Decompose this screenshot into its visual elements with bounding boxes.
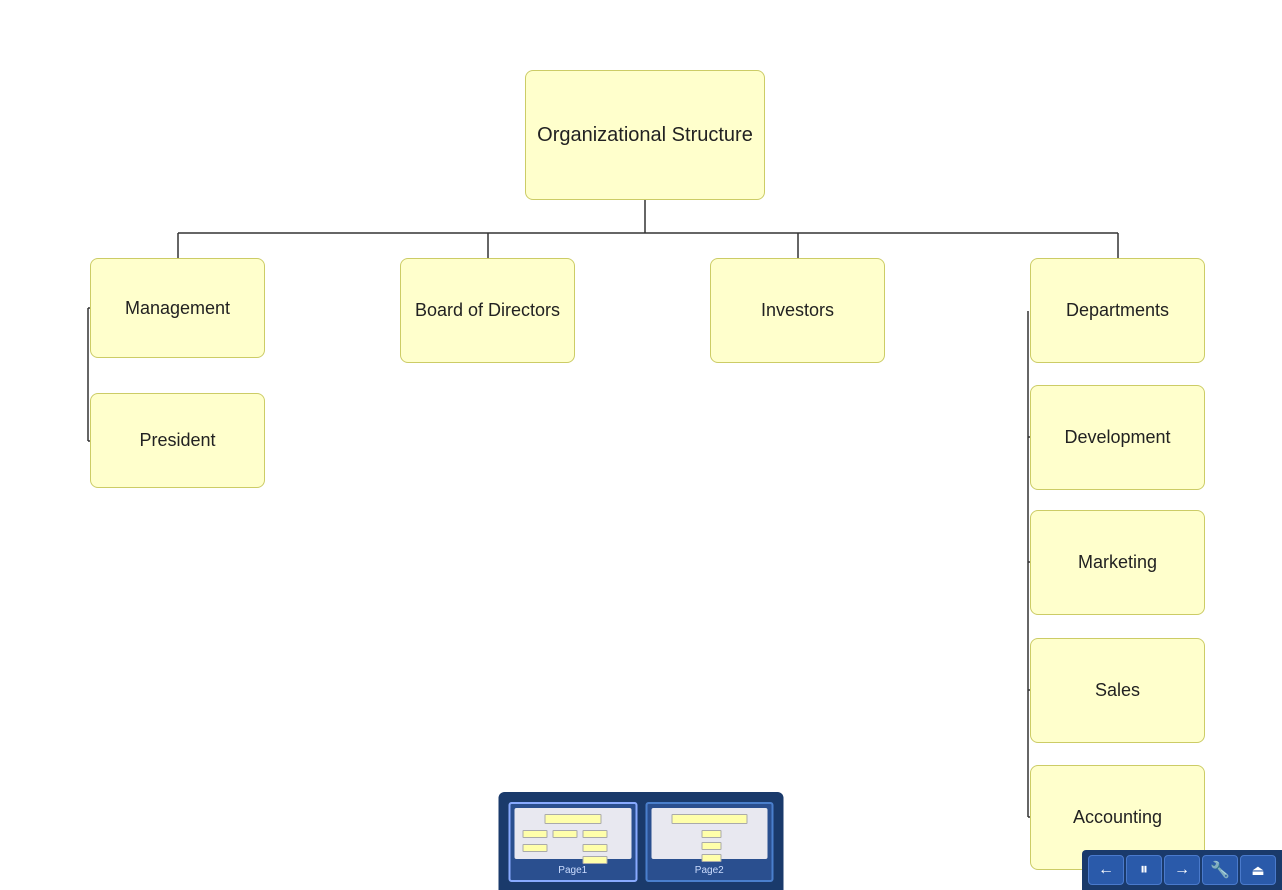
page-thumb-2-content [651,808,768,859]
node-sales[interactable]: Sales [1030,638,1205,743]
node-root[interactable]: Organizational Structure [525,70,765,200]
page-navigator: Page1 Page2 [499,792,784,890]
node-investors[interactable]: Investors [710,258,885,363]
node-development[interactable]: Development [1030,385,1205,490]
page-thumb-1[interactable]: Page1 [509,802,638,882]
node-management[interactable]: Management [90,258,265,358]
settings-button[interactable]: 🔧 [1202,855,1238,885]
back-button[interactable]: ← [1088,855,1124,885]
exit-button[interactable]: ⏏ [1240,855,1276,885]
node-marketing[interactable]: Marketing [1030,510,1205,615]
page-2-label: Page2 [647,863,772,880]
page-1-label: Page1 [511,863,636,880]
diagram-area: Organizational Structure Management Pres… [0,0,1282,890]
node-departments[interactable]: Departments [1030,258,1205,363]
node-president[interactable]: President [90,393,265,488]
page-thumb-1-content [515,808,632,859]
forward-button[interactable]: → [1164,855,1200,885]
node-board[interactable]: Board of Directors [400,258,575,363]
toolbar: ← ⏸ → 🔧 ⏏ [1082,850,1282,890]
pause-button[interactable]: ⏸ [1126,855,1162,885]
page-thumb-2[interactable]: Page2 [645,802,774,882]
